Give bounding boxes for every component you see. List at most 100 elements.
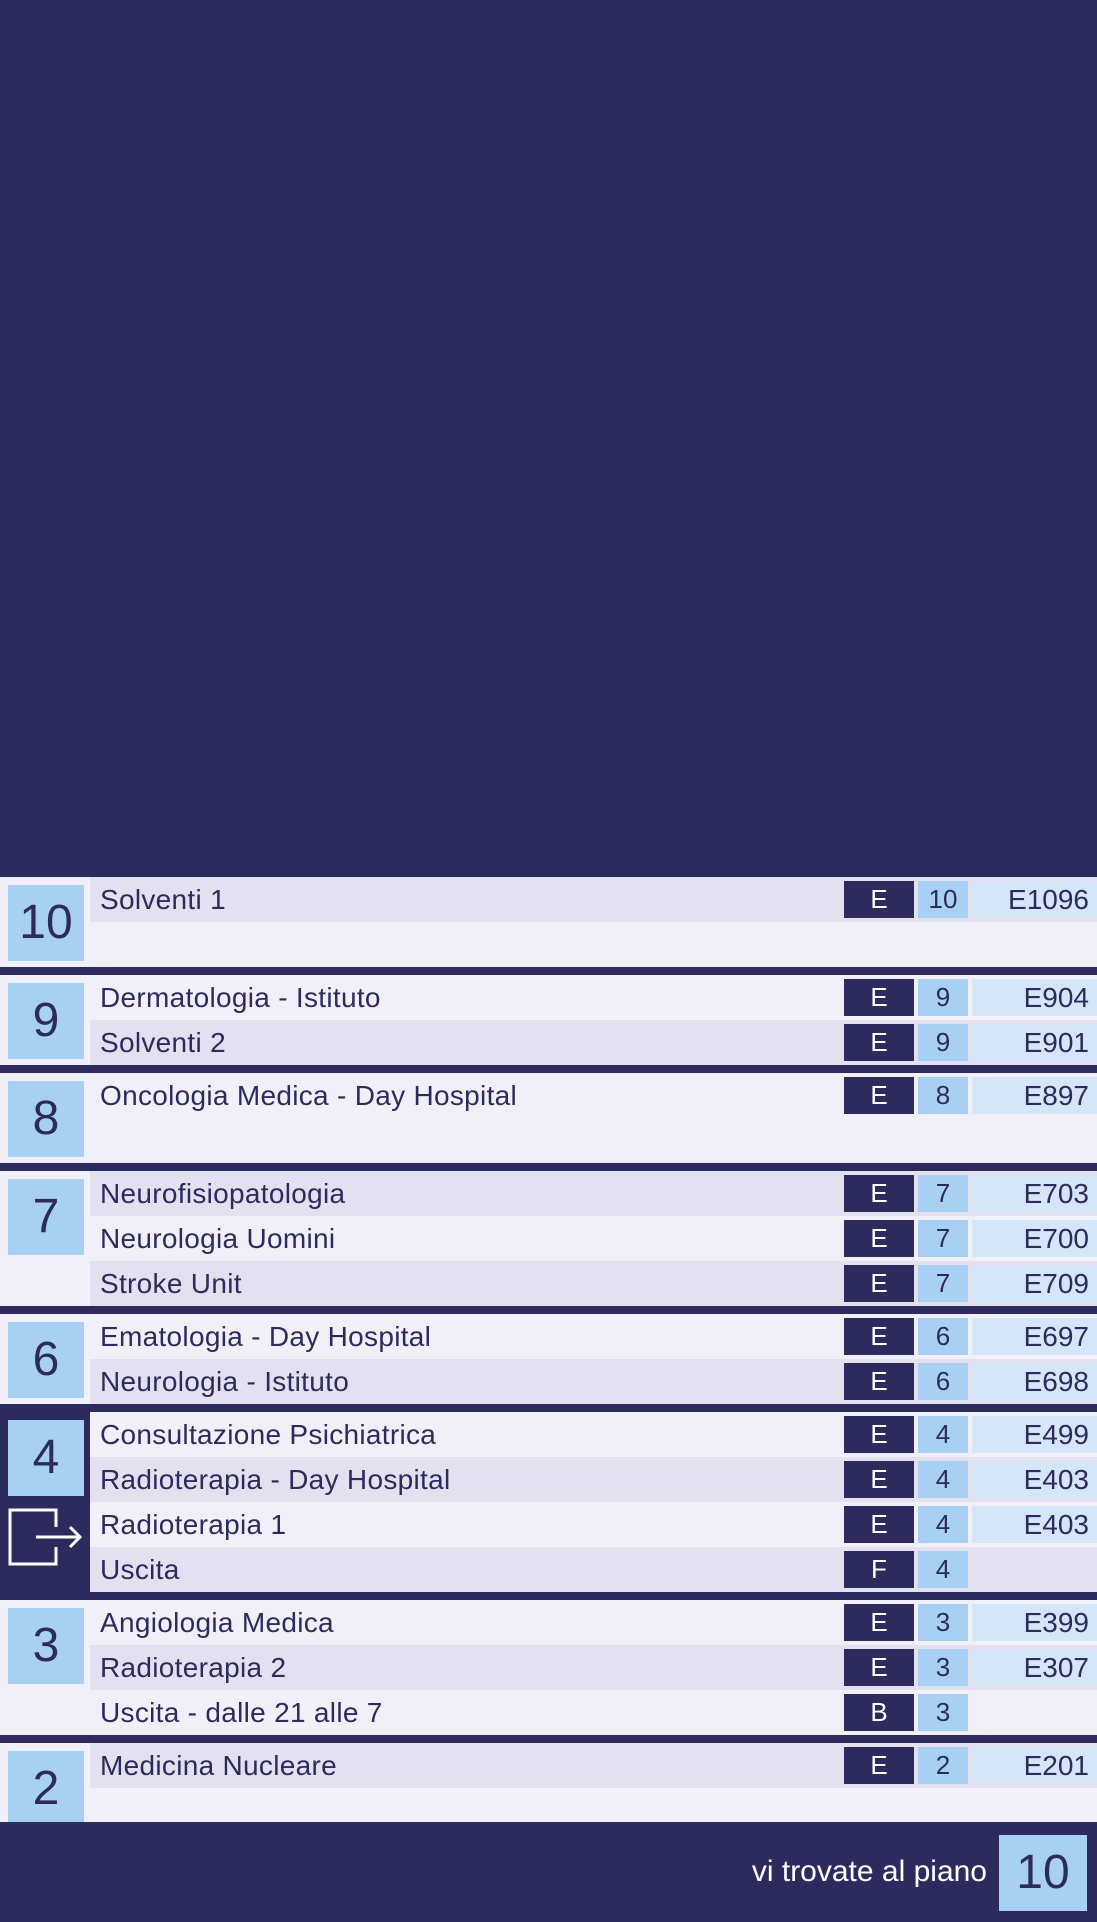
room-code: E403: [972, 1461, 1097, 1498]
building-code: E: [844, 1461, 914, 1498]
building-code: E: [844, 1175, 914, 1212]
room-code: E499: [972, 1416, 1097, 1453]
level-code: 2: [918, 1747, 968, 1784]
floor-directory: 10 Solventi 1 E 10 E1096 9 Dermatologia …: [0, 877, 1097, 1833]
department-name: Neurologia - Istituto: [100, 1365, 350, 1397]
floor-section: 7 Neurofisiopatologia E 7 E703 Neurologi…: [0, 1171, 1097, 1306]
level-code: 4: [918, 1416, 968, 1453]
floor-side: 9: [0, 975, 90, 1065]
level-code: 9: [918, 979, 968, 1016]
level-code: 7: [918, 1265, 968, 1302]
floor-number-badge: 10: [8, 885, 84, 961]
building-code: E: [844, 1506, 914, 1543]
room-code: E901: [972, 1024, 1097, 1061]
floor-side: 3: [0, 1600, 90, 1735]
department-name: Medicina Nucleare: [100, 1749, 337, 1781]
directory-row: Uscita F 4: [90, 1547, 1097, 1592]
level-code: 9: [918, 1024, 968, 1061]
floor-number-badge: 8: [8, 1081, 84, 1157]
level-code: 3: [918, 1604, 968, 1641]
department-name: Stroke Unit: [100, 1267, 242, 1299]
floor-side: 10: [0, 877, 90, 967]
room-code: E307: [972, 1649, 1097, 1686]
level-code: 4: [918, 1461, 968, 1498]
floor-side: 2: [0, 1743, 90, 1833]
building-code: E: [844, 1747, 914, 1784]
room-code: [972, 1551, 1097, 1588]
department-name: Solventi 2: [100, 1026, 226, 1058]
directory-row: Stroke Unit E 7 E709: [90, 1261, 1097, 1306]
level-code: 3: [918, 1694, 968, 1731]
building-code: E: [844, 979, 914, 1016]
floor-side: 8: [0, 1073, 90, 1163]
room-code: E399: [972, 1604, 1097, 1641]
directory-board: 10 Solventi 1 E 10 E1096 9 Dermatologia …: [0, 0, 1097, 1922]
directory-row: Ematologia - Day Hospital E 6 E697: [90, 1314, 1097, 1359]
level-code: 4: [918, 1551, 968, 1588]
building-code: E: [844, 1024, 914, 1061]
department-name: Dermatologia - Istituto: [100, 981, 381, 1013]
department-name: Solventi 1: [100, 883, 226, 915]
floor-number-badge: 7: [8, 1179, 84, 1255]
exit-arrow-icon: [8, 1508, 83, 1566]
level-code: 8: [918, 1077, 968, 1114]
floor-number-badge: 3: [8, 1608, 84, 1684]
building-code: F: [844, 1551, 914, 1588]
room-code: E709: [972, 1265, 1097, 1302]
floor-section: 8 Oncologia Medica - Day Hospital E 8 E8…: [0, 1073, 1097, 1163]
building-code: E: [844, 1604, 914, 1641]
directory-row: Angiologia Medica E 3 E399: [90, 1600, 1097, 1645]
floor-section: 10 Solventi 1 E 10 E1096: [0, 877, 1097, 967]
department-name: Neurologia Uomini: [100, 1222, 336, 1254]
floor-number-badge: 6: [8, 1322, 84, 1398]
department-name: Uscita - dalle 21 alle 7: [100, 1696, 383, 1728]
department-name: Radioterapia - Day Hospital: [100, 1463, 451, 1495]
you-are-here-footer: vi trovate al piano 10: [0, 1822, 1097, 1922]
level-code: 7: [918, 1175, 968, 1212]
directory-row: Neurologia Uomini E 7 E700: [90, 1216, 1097, 1261]
floor-number-badge: 2: [8, 1751, 84, 1827]
hero-area: [0, 0, 1097, 877]
building-code: B: [844, 1694, 914, 1731]
directory-row: Medicina Nucleare E 2 E201: [90, 1743, 1097, 1788]
building-code: E: [844, 881, 914, 918]
directory-row: Solventi 2 E 9 E901: [90, 1020, 1097, 1065]
floor-number-badge: 4: [8, 1420, 84, 1496]
level-code: 6: [918, 1318, 968, 1355]
floor-side: 4: [0, 1412, 90, 1592]
directory-row: Radioterapia 1 E 4 E403: [90, 1502, 1097, 1547]
directory-row: Radioterapia 2 E 3 E307: [90, 1645, 1097, 1690]
department-name: Uscita: [100, 1553, 180, 1585]
directory-row: Oncologia Medica - Day Hospital E 8 E897: [90, 1073, 1097, 1118]
floor-number-badge: 9: [8, 983, 84, 1059]
directory-row: Neurologia - Istituto E 6 E698: [90, 1359, 1097, 1404]
floor-section: 2 Medicina Nucleare E 2 E201: [0, 1743, 1097, 1833]
level-code: 3: [918, 1649, 968, 1686]
level-code: 7: [918, 1220, 968, 1257]
room-code: E703: [972, 1175, 1097, 1212]
current-floor-badge: 10: [999, 1835, 1087, 1911]
level-code: 6: [918, 1363, 968, 1400]
directory-row: Consultazione Psichiatrica E 4 E499: [90, 1412, 1097, 1457]
building-code: E: [844, 1318, 914, 1355]
floor-side: 6: [0, 1314, 90, 1404]
directory-row: Dermatologia - Istituto E 9 E904: [90, 975, 1097, 1020]
floor-section: 4 Consultazione Psichiatrica E 4 E499 Ra…: [0, 1412, 1097, 1592]
room-code: E904: [972, 979, 1097, 1016]
floor-side: 7: [0, 1171, 90, 1306]
directory-row: Radioterapia - Day Hospital E 4 E403: [90, 1457, 1097, 1502]
building-code: E: [844, 1416, 914, 1453]
level-code: 4: [918, 1506, 968, 1543]
building-code: E: [844, 1265, 914, 1302]
room-code: E403: [972, 1506, 1097, 1543]
floor-section: 3 Angiologia Medica E 3 E399 Radioterapi…: [0, 1600, 1097, 1735]
row-spacer: [90, 922, 1097, 967]
level-code: 10: [918, 881, 968, 918]
room-code: E700: [972, 1220, 1097, 1257]
room-code: E1096: [972, 881, 1097, 918]
you-are-here-label: vi trovate al piano: [751, 1855, 987, 1888]
directory-row: Neurofisiopatologia E 7 E703: [90, 1171, 1097, 1216]
room-code: E201: [972, 1747, 1097, 1784]
department-name: Radioterapia 2: [100, 1651, 287, 1683]
building-code: E: [844, 1077, 914, 1114]
